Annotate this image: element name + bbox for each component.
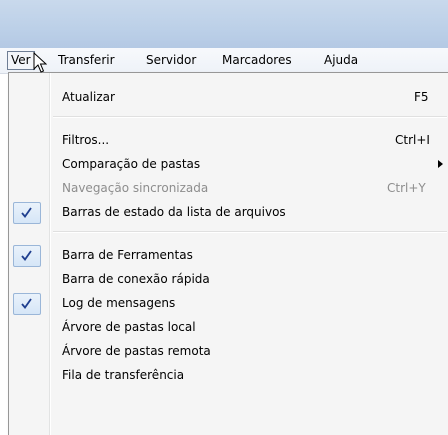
check-highlight [13, 202, 41, 224]
checkmark-icon [21, 207, 32, 218]
checkmark-icon [21, 298, 32, 309]
submenu-arrow-icon [438, 160, 443, 168]
menu-ver[interactable]: Ver [7, 51, 35, 70]
menu-item-label: Filtros... [62, 133, 110, 147]
menu-item-comparacao-de-pastas[interactable]: Comparação de pastas [9, 153, 448, 175]
checkmark-icon [21, 250, 32, 261]
menu-item-arvore-de-pastas-remota[interactable]: Árvore de pastas remota [9, 340, 448, 362]
menu-transferir[interactable]: Transferir [56, 52, 117, 69]
menu-item-label: Árvore de pastas remota [62, 344, 211, 358]
menu-separator [53, 116, 447, 118]
menu-item-arvore-de-pastas-local[interactable]: Árvore de pastas local [9, 316, 448, 338]
menu-item-label: Barra de Ferramentas [62, 248, 193, 262]
menu-ajuda[interactable]: Ajuda [322, 52, 360, 69]
menu-item-label: Fila de transferência [62, 368, 185, 382]
menu-item-barra-de-ferramentas[interactable]: Barra de Ferramentas [9, 244, 448, 267]
menu-item-shortcut: Ctrl+I [395, 133, 430, 147]
menu-item-fila-de-transferencia[interactable]: Fila de transferência [9, 364, 448, 386]
menu-item-label: Barras de estado da lista de arquivos [62, 205, 286, 219]
menu-marcadores[interactable]: Marcadores [220, 52, 294, 69]
menu-servidor[interactable]: Servidor [144, 52, 198, 69]
mouse-pointer-icon [33, 52, 47, 73]
menu-item-label: Comparação de pastas [62, 157, 201, 171]
check-highlight [13, 245, 41, 267]
menu-item-filtros[interactable]: Filtros... Ctrl+I [9, 129, 448, 151]
menu-item-label: Log de mensagens [62, 296, 176, 310]
ver-dropdown-menu: Atualizar F5 Filtros... Ctrl+I Comparaçã… [8, 72, 448, 435]
menu-item-atualizar[interactable]: Atualizar F5 [9, 86, 448, 108]
window-titlebar [0, 0, 448, 48]
menu-item-navegacao-sincronizada[interactable]: Navegação sincronizada Ctrl+Y [9, 177, 448, 199]
menu-item-barra-de-conexao-rapida[interactable]: Barra de conexão rápida [9, 268, 448, 290]
menu-item-label: Navegação sincronizada [62, 181, 209, 195]
menu-item-shortcut: F5 [414, 90, 429, 104]
menu-item-log-de-mensagens[interactable]: Log de mensagens [9, 292, 448, 315]
menu-item-label: Atualizar [62, 90, 115, 104]
menu-item-label: Barra de conexão rápida [62, 272, 210, 286]
menu-item-shortcut: Ctrl+Y [387, 181, 426, 195]
menu-item-label: Árvore de pastas local [62, 320, 196, 334]
check-highlight [13, 293, 41, 315]
menu-bar: Ver Transferir Servidor Marcadores Ajuda [0, 48, 448, 74]
menu-separator [53, 231, 447, 233]
menu-item-barras-de-estado[interactable]: Barras de estado da lista de arquivos [9, 201, 448, 224]
